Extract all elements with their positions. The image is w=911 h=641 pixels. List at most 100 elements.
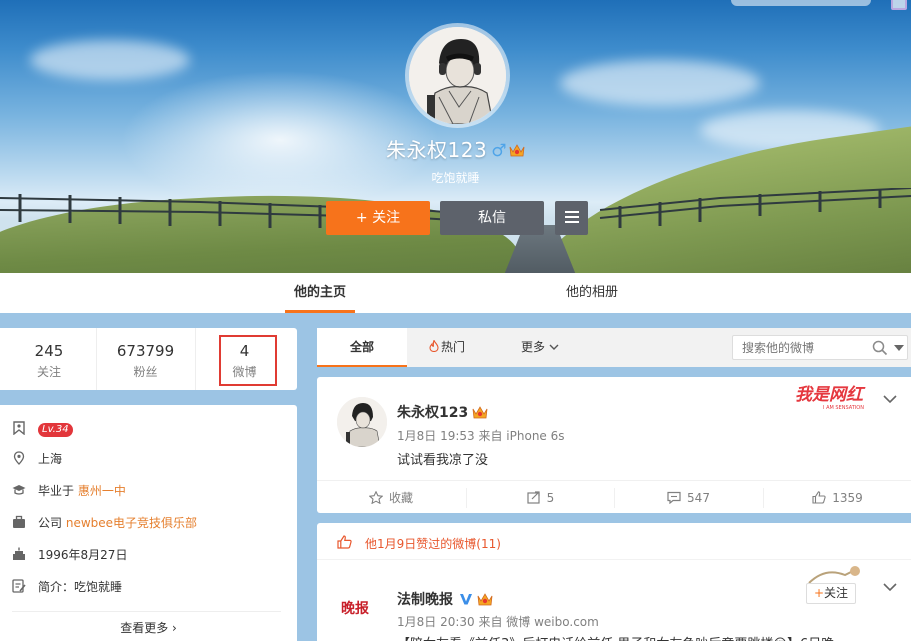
follow-button[interactable]: + 关注 — [326, 201, 430, 235]
level-flag-icon — [13, 421, 25, 435]
liked-post-card: 他1月9日赞过的微博(11) 晚报 法制晚报 1月8日 20:30 来自 微博 … — [317, 523, 911, 641]
repost-icon — [527, 491, 540, 504]
filter-hot-tab[interactable]: 热门 — [429, 328, 465, 367]
liked-author-text: 法制晚报 — [397, 592, 453, 608]
repost-button[interactable]: 5 — [466, 488, 614, 508]
plus-icon: + — [813, 586, 825, 600]
info-panel: Lv.34 上海 毕业于 惠州一中 公司 newbee电子竞技俱乐部 1996年… — [0, 405, 297, 641]
post-search-input[interactable] — [733, 336, 867, 359]
crown-icon[interactable] — [477, 592, 493, 606]
chevron-down-icon[interactable] — [883, 395, 897, 404]
top-search-bar[interactable] — [731, 0, 871, 6]
favorite-button[interactable]: 收藏 — [317, 488, 465, 508]
male-icon: ♂ — [491, 141, 507, 161]
crown-icon[interactable] — [509, 143, 525, 157]
graduation-cap-icon — [12, 485, 26, 495]
info-school-row: 毕业于 惠州一中 — [12, 481, 126, 501]
school-prefix: 毕业于 — [38, 484, 75, 498]
tab-album[interactable]: 他的相册 — [566, 273, 618, 313]
stat-value: 673799 — [116, 342, 175, 360]
watermark-subtext: I AM SENSATION — [823, 405, 864, 411]
divider — [12, 611, 281, 612]
post-author-avatar[interactable] — [337, 397, 387, 447]
liked-meta: 1月8日 20:30 来自 微博 weibo.com — [397, 615, 599, 629]
crown-icon[interactable] — [472, 405, 488, 419]
info-location-row: 上海 — [12, 449, 62, 469]
tab-home[interactable]: 他的主页 — [285, 273, 355, 313]
menu-icon — [564, 211, 579, 223]
cover-cloud — [560, 60, 760, 106]
stat-followers[interactable]: 673799 粉丝 — [96, 328, 194, 390]
profile-name-row: 朱永权123 ♂ — [0, 134, 911, 163]
comment-count: 547 — [687, 491, 710, 505]
message-button[interactable]: 私信 — [440, 201, 544, 235]
caret-down-icon[interactable] — [894, 345, 904, 351]
post-meta: 1月8日 19:53 来自 iPhone 6s — [397, 429, 565, 443]
post-card: 朱永权123 1月8日 19:53 来自 iPhone 6s 试试看我凉了没 我… — [317, 377, 911, 513]
post-actions: 收藏 5 547 1359 — [317, 480, 911, 513]
profile-tabbar: 他的主页 他的相册 — [0, 273, 911, 313]
stat-label: 粉丝 — [133, 365, 158, 379]
feed-filter-bar: 全部 热门 更多 — [317, 328, 911, 367]
avatar-image — [409, 27, 506, 124]
location-pin-icon — [13, 451, 25, 465]
profile-avatar[interactable] — [405, 23, 510, 128]
cover-cloud — [30, 40, 190, 80]
liked-author-avatar[interactable]: 晚报 — [337, 581, 387, 631]
avatar-sketch-portrait — [409, 27, 506, 124]
filter-hot-label: 热门 — [441, 340, 466, 354]
watermark-logo: 我是网红 I AM SENSATION — [795, 385, 866, 411]
post-text: 试试看我凉了没 — [397, 453, 489, 468]
newspaper-logo-icon: 晚报 — [337, 581, 387, 631]
fire-icon — [429, 340, 439, 352]
level-badge[interactable]: Lv.34 — [38, 423, 73, 437]
comment-button[interactable]: 547 — [614, 488, 762, 508]
logo-text: 晚报 — [341, 600, 369, 617]
school-link[interactable]: 惠州一中 — [78, 484, 126, 498]
follow-mini-button[interactable]: +关注 — [806, 583, 856, 604]
see-more-link[interactable]: 查看更多 › — [0, 619, 297, 636]
stat-label: 关注 — [36, 365, 61, 379]
more-button[interactable] — [555, 201, 588, 235]
chevron-down-icon[interactable] — [883, 583, 897, 592]
liked-text: 【陪女友看《前任3》后打电话给前任 男子和女友争吵后竟要跳楼😢】6日晚，一 — [397, 633, 897, 641]
favorite-label: 收藏 — [388, 491, 413, 505]
cake-icon — [13, 547, 25, 560]
thumbs-up-icon — [337, 535, 352, 549]
like-count: 1359 — [832, 491, 863, 505]
briefcase-icon — [13, 515, 25, 528]
filter-more-label: 更多 — [521, 340, 546, 354]
stat-value: 245 — [34, 342, 64, 360]
edit-note-icon — [12, 579, 26, 593]
company-prefix: 公司 — [38, 516, 63, 530]
info-level-row: Lv.34 — [12, 419, 73, 439]
stat-following[interactable]: 245 关注 — [0, 328, 98, 390]
follow-mini-label: 关注 — [824, 586, 849, 600]
highlight-box — [219, 335, 277, 386]
post-author-name[interactable]: 朱永权123 — [397, 402, 488, 422]
intro-text: 简介：吃饱就睡 — [38, 580, 123, 594]
info-intro-row: 简介：吃饱就睡 — [12, 577, 122, 597]
birthday-text: 1996年8月27日 — [38, 548, 128, 562]
avatar-sketch-portrait — [337, 397, 387, 447]
liked-author-name[interactable]: 法制晚报 — [397, 589, 493, 609]
search-icon[interactable] — [872, 340, 888, 356]
verified-v-icon — [460, 594, 472, 605]
filter-more-dropdown[interactable]: 更多 — [521, 328, 559, 367]
repost-count: 5 — [546, 491, 555, 505]
like-button[interactable]: 1359 — [763, 488, 911, 508]
post-search-box — [732, 335, 908, 360]
watermark-text: 我是网红 — [795, 385, 866, 405]
liked-header[interactable]: 他1月9日赞过的微博(11) — [317, 523, 911, 560]
profile-name: 朱永权123 — [386, 138, 488, 162]
filter-all-tab[interactable]: 全部 — [317, 328, 407, 367]
window-corner-icon[interactable] — [891, 0, 907, 10]
thumbs-up-icon — [812, 491, 826, 504]
info-company-row: 公司 newbee电子竞技俱乐部 — [12, 513, 197, 533]
info-birthday-row: 1996年8月27日 — [12, 545, 127, 565]
star-icon — [368, 491, 383, 504]
company-link[interactable]: newbee电子竞技俱乐部 — [66, 516, 197, 530]
chevron-down-icon — [549, 344, 559, 350]
location-text: 上海 — [38, 452, 63, 466]
post-author-text: 朱永权123 — [397, 405, 469, 421]
